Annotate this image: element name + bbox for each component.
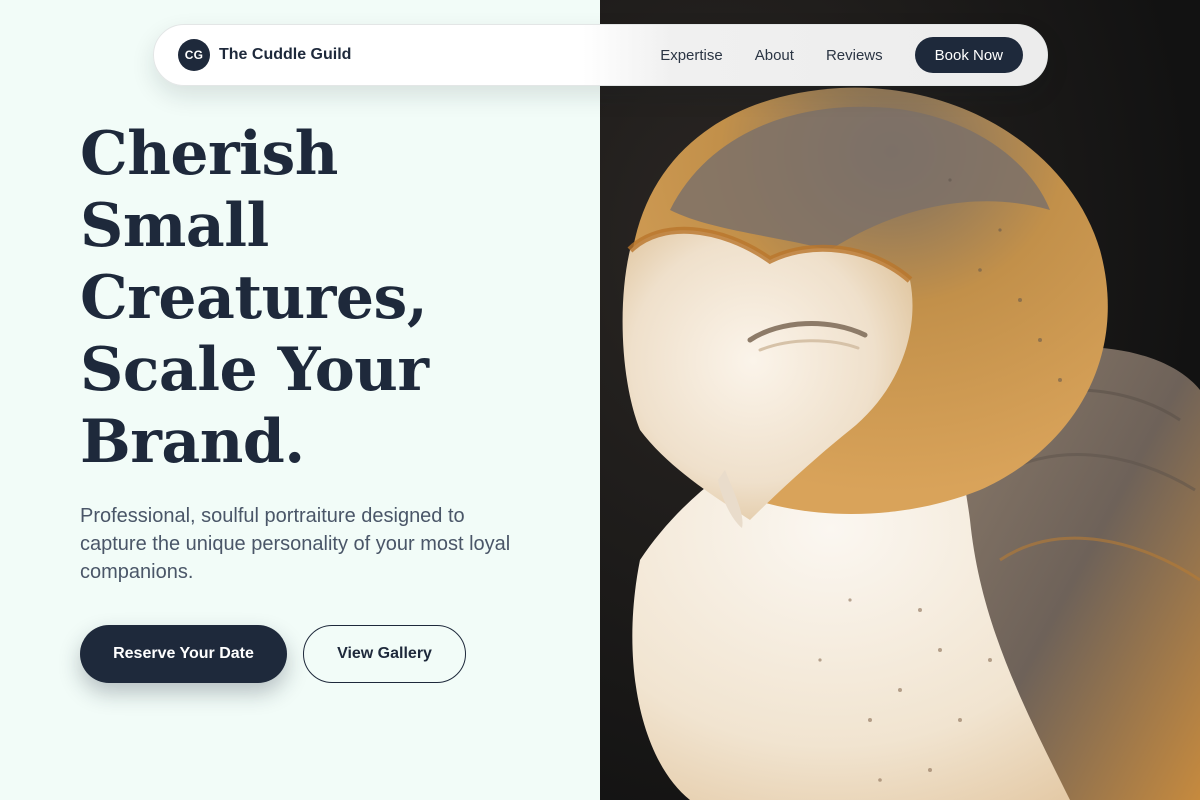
hero-title-line: Small [80, 191, 269, 261]
hero-title: Cherish Small Creatures, Scale Your Bran… [80, 118, 580, 478]
brand-logo-link[interactable]: CG The Cuddle Guild [178, 39, 351, 71]
hero-title-line: Brand. [80, 407, 305, 477]
hero-title-line: Creatures, [80, 263, 428, 333]
nav-link-about[interactable]: About [755, 47, 794, 64]
nav-link-reviews[interactable]: Reviews [826, 47, 883, 64]
book-now-button[interactable]: Book Now [914, 37, 1023, 73]
nav-link-expertise[interactable]: Expertise [660, 47, 723, 64]
brand-logo-mark: CG [178, 39, 210, 71]
nav-links: Expertise About Reviews Book Now [660, 37, 1023, 73]
reserve-date-button[interactable]: Reserve Your Date [80, 625, 287, 683]
view-gallery-button[interactable]: View Gallery [303, 625, 466, 683]
hero-title-line: Cherish [80, 119, 338, 189]
hero-photo [600, 0, 1200, 800]
hero-title-line: Scale Your [80, 335, 429, 405]
top-navigation: CG The Cuddle Guild Expertise About Revi… [153, 24, 1048, 86]
brand-name: The Cuddle Guild [219, 46, 352, 63]
barn-owl-illustration [600, 0, 1200, 800]
hero-description: Professional, soulful portraiture design… [80, 505, 511, 583]
